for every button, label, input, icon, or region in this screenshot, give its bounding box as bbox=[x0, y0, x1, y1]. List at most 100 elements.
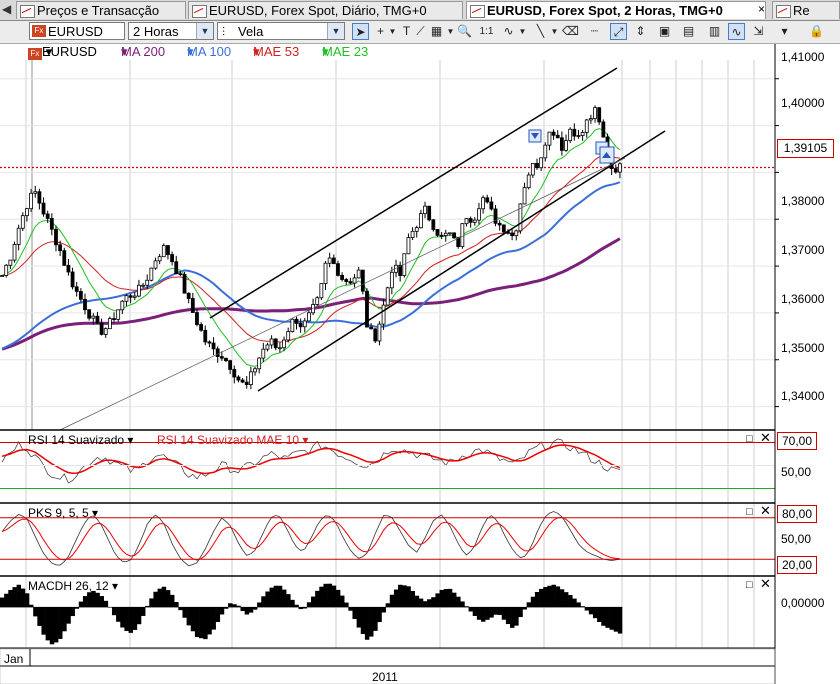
chevron-down-icon[interactable]: ▼ bbox=[546, 23, 563, 40]
pointer-tool-icon[interactable]: ➤ bbox=[352, 23, 369, 40]
panel-close-icon[interactable]: ✕ bbox=[760, 431, 771, 444]
candle-down bbox=[439, 234, 444, 237]
candle-up bbox=[526, 174, 531, 189]
macd-histogram-bar bbox=[617, 606, 623, 634]
layout-icon[interactable]: ▣ bbox=[656, 23, 673, 40]
tab-scroll-left-icon[interactable]: ◀ bbox=[2, 2, 11, 16]
candle-up bbox=[381, 304, 386, 325]
long-trend-line bbox=[59, 157, 626, 431]
candle-up bbox=[265, 344, 270, 350]
tab-label: EURUSD, Forex Spot, Diário, TMG+0 bbox=[209, 3, 427, 18]
candle-down bbox=[336, 263, 340, 276]
zoom-icon[interactable]: 🔍 bbox=[456, 23, 473, 40]
macd-histogram-bar bbox=[555, 586, 561, 608]
candle-up bbox=[29, 192, 34, 210]
x-axis-month: Jan bbox=[4, 652, 24, 666]
lock-icon[interactable]: 🔒 bbox=[808, 23, 825, 40]
legend-mae53[interactable]: MAE 53 ▾ bbox=[253, 44, 299, 60]
tab-eurusd-2h[interactable]: EURUSD, Forex Spot, 2 Horas, TMG+0 bbox=[466, 1, 766, 19]
candle-up bbox=[161, 245, 166, 258]
macd-histogram-bar bbox=[236, 605, 241, 608]
candle-up bbox=[568, 128, 573, 141]
interval-select[interactable]: 2 Horas ▼ bbox=[128, 22, 214, 40]
candle-up bbox=[132, 295, 137, 298]
panel-maximize-icon[interactable]: □ bbox=[746, 507, 753, 518]
macd-histogram-bar bbox=[439, 589, 444, 608]
tab-close-icon[interactable]: × bbox=[758, 2, 765, 16]
macd-histogram-bar bbox=[74, 606, 80, 609]
current-price-badge: 1,39105 bbox=[777, 139, 834, 158]
macd-histogram-bar bbox=[203, 606, 208, 640]
legend-ma200[interactable]: MA 200 ▾ bbox=[121, 44, 165, 60]
candle-down bbox=[199, 324, 204, 331]
rsi-label[interactable]: RSI 14 Suavizado ▾ bbox=[28, 433, 133, 447]
legend-mae23[interactable]: MAE 23 ▾ bbox=[322, 44, 368, 60]
macd-histogram-bar bbox=[360, 606, 366, 635]
candle-down bbox=[510, 232, 515, 237]
candle-up bbox=[4, 264, 9, 276]
pks-lower-level: 20,00 bbox=[777, 556, 817, 574]
tab-prices-transaction[interactable]: Preços e Transacção bbox=[16, 1, 186, 19]
eraser-icon[interactable]: ⌫ bbox=[562, 23, 579, 40]
candle-up bbox=[448, 232, 452, 235]
price-tick: 1,35000 bbox=[781, 341, 825, 355]
macd-histogram-bar bbox=[485, 606, 490, 620]
chart-canvas[interactable] bbox=[0, 0, 840, 684]
macd-label[interactable]: MACDH 26, 12 ▾ bbox=[28, 579, 118, 593]
macd-zero-tick: 0,00000 bbox=[781, 596, 825, 610]
candle-up bbox=[286, 331, 291, 341]
rsi-mae-label[interactable]: RSI 14 Suavizado MAE 10 ▾ bbox=[157, 433, 308, 447]
macd-histogram-bar bbox=[290, 599, 295, 608]
macd-histogram-bar bbox=[178, 606, 183, 611]
candle-up bbox=[576, 135, 581, 137]
candle-up bbox=[584, 119, 589, 133]
macd-histogram-bar bbox=[24, 593, 30, 608]
candle-up bbox=[137, 284, 141, 297]
pks-upper-level: 80,00 bbox=[777, 505, 817, 523]
macd-histogram-bar bbox=[277, 585, 283, 608]
symbol-field[interactable]: Fx EURUSD bbox=[29, 22, 125, 40]
legend-ma100[interactable]: MA 100 ▾ bbox=[187, 44, 231, 60]
indicator-series bbox=[0, 442, 775, 645]
macd-histogram-bar bbox=[20, 588, 26, 608]
macd-histogram-bar bbox=[265, 591, 270, 608]
legend-mae53-label: MAE 53 bbox=[253, 44, 300, 59]
candle-up bbox=[282, 339, 286, 349]
chevron-down-icon[interactable]: ▼ bbox=[327, 23, 344, 39]
macd-histogram-bar bbox=[418, 598, 424, 608]
candle-up bbox=[356, 269, 361, 279]
candle-down bbox=[70, 271, 75, 288]
pks-label[interactable]: PKS 9, 5, 5 ▾ bbox=[28, 506, 98, 520]
panel-close-icon[interactable]: ✕ bbox=[760, 577, 771, 590]
panel-maximize-icon[interactable]: □ bbox=[746, 580, 753, 591]
chart-style-select[interactable]: ⫶ Vela ▼ bbox=[217, 22, 345, 40]
dotted-line-icon[interactable]: ┈ bbox=[586, 23, 603, 40]
vertical-zoom-icon[interactable]: ⇕ bbox=[632, 23, 649, 40]
compare-icon[interactable]: ▥ bbox=[706, 23, 723, 40]
fit-chart-icon[interactable]: ⤢ bbox=[610, 23, 627, 40]
macd-histogram-bar bbox=[58, 606, 63, 639]
chevron-down-icon[interactable]: ▼ bbox=[514, 23, 531, 40]
panel-close-icon[interactable]: ✕ bbox=[760, 504, 771, 517]
export-icon[interactable]: ⇲ bbox=[750, 23, 767, 40]
template-icon[interactable]: ▤ bbox=[680, 23, 697, 40]
panel-maximize-icon[interactable]: □ bbox=[746, 434, 753, 445]
legend-symbol[interactable]: Fx EURUSD ▾ bbox=[28, 44, 97, 60]
draw-tool-icon[interactable]: ⟋ bbox=[412, 23, 429, 40]
chevron-down-icon[interactable]: ▼ bbox=[196, 23, 213, 39]
tab-eurusd-daily[interactable]: EURUSD, Forex Spot, Diário, TMG+0 bbox=[188, 1, 463, 19]
price-tick: 1,38000 bbox=[781, 194, 825, 208]
macd-histogram-bar bbox=[584, 606, 590, 611]
candle-up bbox=[323, 262, 328, 284]
macd-histogram-bar bbox=[472, 606, 478, 616]
macd-histogram-bar bbox=[381, 606, 386, 613]
scale-one-to-one-icon[interactable]: 1:1 bbox=[478, 23, 495, 40]
macd-histogram-bar bbox=[373, 606, 378, 631]
macd-histogram-bar bbox=[174, 602, 179, 608]
candle-down bbox=[182, 274, 187, 294]
tab-next[interactable]: Re bbox=[772, 1, 840, 19]
candle-down bbox=[360, 269, 365, 292]
macd-histogram-bar bbox=[306, 602, 312, 608]
indicator-icon[interactable]: ∿ bbox=[728, 23, 745, 40]
toolbar-menu-icon[interactable]: ▾ bbox=[776, 23, 793, 40]
